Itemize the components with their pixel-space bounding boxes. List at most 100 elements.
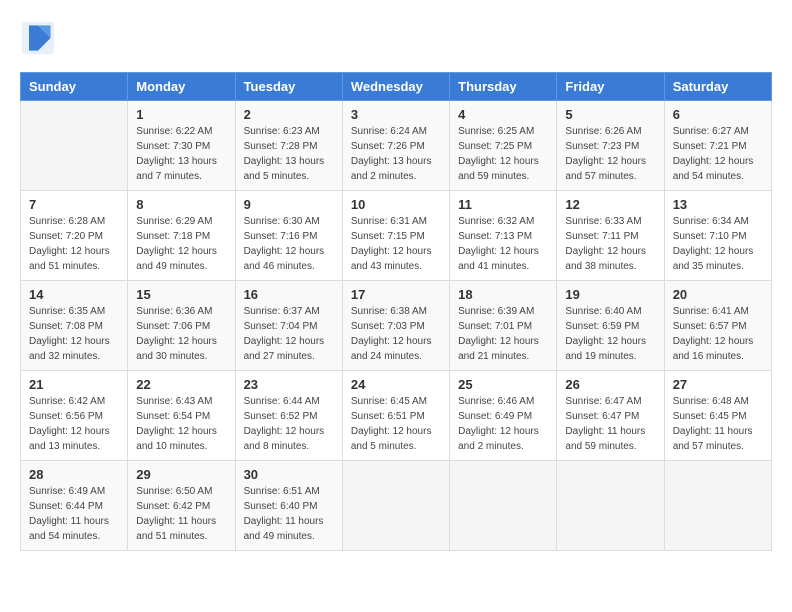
- day-info: Sunrise: 6:22 AM Sunset: 7:30 PM Dayligh…: [136, 124, 226, 184]
- calendar-cell: 13 Sunrise: 6:34 AM Sunset: 7:10 PM Dayli…: [664, 191, 771, 281]
- weekday-row: SundayMondayTuesdayWednesdayThursdayFrid…: [21, 73, 772, 101]
- calendar-cell: 26Sunrise: 6:47 AM Sunset: 6:47 PM Dayli…: [557, 371, 664, 461]
- day-info: Sunrise: 6:49 AM Sunset: 6:44 PM Dayligh…: [29, 484, 119, 544]
- day-info: Sunrise: 6:45 AM Sunset: 6:51 PM Dayligh…: [351, 394, 441, 454]
- calendar-cell: 25 Sunrise: 6:46 AM Sunset: 6:49 PM Dayli…: [450, 371, 557, 461]
- day-info: Sunrise: 6:46 AM Sunset: 6:49 PM Dayligh…: [458, 394, 548, 454]
- calendar-cell: 3 Sunrise: 6:24 AM Sunset: 7:26 PM Daylig…: [342, 101, 449, 191]
- day-number: 4: [458, 107, 548, 122]
- day-info: Sunrise: 6:35 AM Sunset: 7:08 PM Dayligh…: [29, 304, 119, 364]
- day-number: 27: [673, 377, 763, 392]
- calendar-cell: 22 Sunrise: 6:43 AM Sunset: 6:54 PM Dayli…: [128, 371, 235, 461]
- day-number: 7: [29, 197, 119, 212]
- day-number: 16: [244, 287, 334, 302]
- day-info: Sunrise: 6:23 AM Sunset: 7:28 PM Dayligh…: [244, 124, 334, 184]
- calendar-body: 1 Sunrise: 6:22 AM Sunset: 7:30 PM Daylig…: [21, 101, 772, 551]
- calendar-cell: 24 Sunrise: 6:45 AM Sunset: 6:51 PM Dayli…: [342, 371, 449, 461]
- calendar-week-row: 28Sunrise: 6:49 AM Sunset: 6:44 PM Dayli…: [21, 461, 772, 551]
- calendar-cell: [664, 461, 771, 551]
- calendar-cell: 5 Sunrise: 6:26 AM Sunset: 7:23 PM Daylig…: [557, 101, 664, 191]
- day-number: 22: [136, 377, 226, 392]
- calendar-cell: 15 Sunrise: 6:36 AM Sunset: 7:06 PM Dayli…: [128, 281, 235, 371]
- day-info: Sunrise: 6:36 AM Sunset: 7:06 PM Dayligh…: [136, 304, 226, 364]
- logo-icon: [20, 20, 56, 56]
- day-info: Sunrise: 6:30 AM Sunset: 7:16 PM Dayligh…: [244, 214, 334, 274]
- calendar-cell: 7 Sunrise: 6:28 AM Sunset: 7:20 PM Daylig…: [21, 191, 128, 281]
- day-info: Sunrise: 6:37 AM Sunset: 7:04 PM Dayligh…: [244, 304, 334, 364]
- weekday-header: Thursday: [450, 73, 557, 101]
- calendar-cell: 9Sunrise: 6:30 AM Sunset: 7:16 PM Daylig…: [235, 191, 342, 281]
- day-info: Sunrise: 6:38 AM Sunset: 7:03 PM Dayligh…: [351, 304, 441, 364]
- weekday-header: Wednesday: [342, 73, 449, 101]
- calendar-cell: 1 Sunrise: 6:22 AM Sunset: 7:30 PM Daylig…: [128, 101, 235, 191]
- calendar-cell: 8 Sunrise: 6:29 AM Sunset: 7:18 PM Daylig…: [128, 191, 235, 281]
- day-info: Sunrise: 6:25 AM Sunset: 7:25 PM Dayligh…: [458, 124, 548, 184]
- calendar-cell: 19Sunrise: 6:40 AM Sunset: 6:59 PM Dayli…: [557, 281, 664, 371]
- day-number: 25: [458, 377, 548, 392]
- day-number: 29: [136, 467, 226, 482]
- day-info: Sunrise: 6:43 AM Sunset: 6:54 PM Dayligh…: [136, 394, 226, 454]
- day-info: Sunrise: 6:31 AM Sunset: 7:15 PM Dayligh…: [351, 214, 441, 274]
- calendar-week-row: 14 Sunrise: 6:35 AM Sunset: 7:08 PM Dayli…: [21, 281, 772, 371]
- day-number: 13: [673, 197, 763, 212]
- day-info: Sunrise: 6:50 AM Sunset: 6:42 PM Dayligh…: [136, 484, 226, 544]
- calendar-cell: 23Sunrise: 6:44 AM Sunset: 6:52 PM Dayli…: [235, 371, 342, 461]
- day-number: 24: [351, 377, 441, 392]
- day-number: 14: [29, 287, 119, 302]
- day-info: Sunrise: 6:34 AM Sunset: 7:10 PM Dayligh…: [673, 214, 763, 274]
- day-number: 6: [673, 107, 763, 122]
- calendar-cell: [557, 461, 664, 551]
- weekday-header: Friday: [557, 73, 664, 101]
- calendar-cell: 18 Sunrise: 6:39 AM Sunset: 7:01 PM Dayli…: [450, 281, 557, 371]
- calendar-cell: 2 Sunrise: 6:23 AM Sunset: 7:28 PM Daylig…: [235, 101, 342, 191]
- day-number: 18: [458, 287, 548, 302]
- day-number: 17: [351, 287, 441, 302]
- weekday-header: Monday: [128, 73, 235, 101]
- day-number: 15: [136, 287, 226, 302]
- weekday-header: Tuesday: [235, 73, 342, 101]
- calendar-cell: [21, 101, 128, 191]
- day-number: 5: [565, 107, 655, 122]
- calendar-table: SundayMondayTuesdayWednesdayThursdayFrid…: [20, 72, 772, 551]
- day-number: 30: [244, 467, 334, 482]
- calendar-cell: 17 Sunrise: 6:38 AM Sunset: 7:03 PM Dayli…: [342, 281, 449, 371]
- day-number: 26: [565, 377, 655, 392]
- day-number: 1: [136, 107, 226, 122]
- calendar-week-row: 21Sunrise: 6:42 AM Sunset: 6:56 PM Dayli…: [21, 371, 772, 461]
- calendar-cell: 28Sunrise: 6:49 AM Sunset: 6:44 PM Dayli…: [21, 461, 128, 551]
- calendar-cell: 6 Sunrise: 6:27 AM Sunset: 7:21 PM Daylig…: [664, 101, 771, 191]
- calendar-cell: 30 Sunrise: 6:51 AM Sunset: 6:40 PM Dayli…: [235, 461, 342, 551]
- day-number: 2: [244, 107, 334, 122]
- calendar-cell: 16 Sunrise: 6:37 AM Sunset: 7:04 PM Dayli…: [235, 281, 342, 371]
- day-info: Sunrise: 6:51 AM Sunset: 6:40 PM Dayligh…: [244, 484, 334, 544]
- day-number: 23: [244, 377, 334, 392]
- calendar-cell: [450, 461, 557, 551]
- day-info: Sunrise: 6:32 AM Sunset: 7:13 PM Dayligh…: [458, 214, 548, 274]
- calendar-cell: 27 Sunrise: 6:48 AM Sunset: 6:45 PM Dayli…: [664, 371, 771, 461]
- calendar-cell: [342, 461, 449, 551]
- day-number: 8: [136, 197, 226, 212]
- day-number: 12: [565, 197, 655, 212]
- day-info: Sunrise: 6:41 AM Sunset: 6:57 PM Dayligh…: [673, 304, 763, 364]
- day-info: Sunrise: 6:39 AM Sunset: 7:01 PM Dayligh…: [458, 304, 548, 364]
- day-info: Sunrise: 6:24 AM Sunset: 7:26 PM Dayligh…: [351, 124, 441, 184]
- weekday-header: Sunday: [21, 73, 128, 101]
- day-number: 21: [29, 377, 119, 392]
- page-header: [20, 20, 772, 56]
- day-number: 3: [351, 107, 441, 122]
- day-number: 10: [351, 197, 441, 212]
- calendar-cell: 10 Sunrise: 6:31 AM Sunset: 7:15 PM Dayli…: [342, 191, 449, 281]
- calendar-week-row: 1 Sunrise: 6:22 AM Sunset: 7:30 PM Daylig…: [21, 101, 772, 191]
- calendar-cell: 4 Sunrise: 6:25 AM Sunset: 7:25 PM Daylig…: [450, 101, 557, 191]
- day-info: Sunrise: 6:40 AM Sunset: 6:59 PM Dayligh…: [565, 304, 655, 364]
- day-info: Sunrise: 6:48 AM Sunset: 6:45 PM Dayligh…: [673, 394, 763, 454]
- calendar-cell: 21Sunrise: 6:42 AM Sunset: 6:56 PM Dayli…: [21, 371, 128, 461]
- day-info: Sunrise: 6:29 AM Sunset: 7:18 PM Dayligh…: [136, 214, 226, 274]
- day-info: Sunrise: 6:28 AM Sunset: 7:20 PM Dayligh…: [29, 214, 119, 274]
- calendar-cell: 12 Sunrise: 6:33 AM Sunset: 7:11 PM Dayli…: [557, 191, 664, 281]
- day-info: Sunrise: 6:33 AM Sunset: 7:11 PM Dayligh…: [565, 214, 655, 274]
- calendar-cell: 11Sunrise: 6:32 AM Sunset: 7:13 PM Dayli…: [450, 191, 557, 281]
- day-info: Sunrise: 6:26 AM Sunset: 7:23 PM Dayligh…: [565, 124, 655, 184]
- day-info: Sunrise: 6:27 AM Sunset: 7:21 PM Dayligh…: [673, 124, 763, 184]
- calendar-week-row: 7 Sunrise: 6:28 AM Sunset: 7:20 PM Daylig…: [21, 191, 772, 281]
